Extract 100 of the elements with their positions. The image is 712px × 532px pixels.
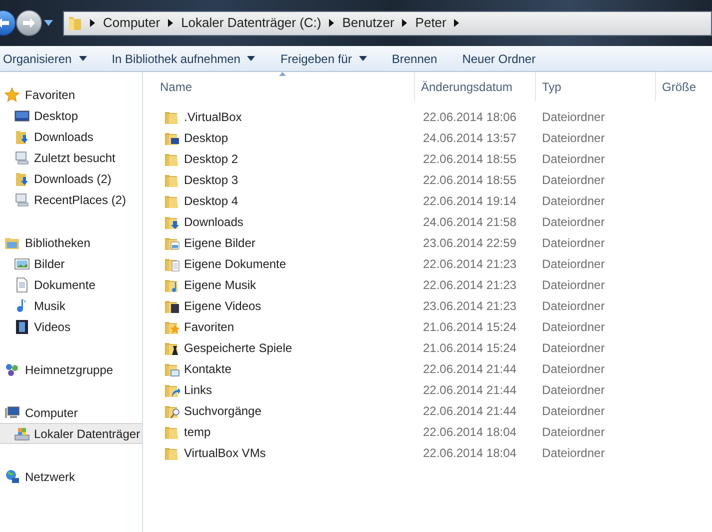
- chevron-right-icon[interactable]: [329, 19, 334, 27]
- computer-icon: [14, 192, 30, 208]
- drive-icon: [14, 426, 30, 442]
- breadcrumb-item[interactable]: Peter: [415, 13, 446, 33]
- type-cell-text: Dateiordner: [541, 192, 606, 210]
- file-name-cell[interactable]: Desktop: [143, 128, 415, 146]
- file-name-cell[interactable]: Desktop 2: [143, 150, 415, 168]
- file-name-cell[interactable]: temp: [143, 422, 415, 440]
- sidebar-item[interactable]: Desktop: [0, 105, 142, 126]
- date-cell-text: 22.06.2014 18:55: [422, 150, 518, 168]
- breadcrumb-item[interactable]: Benutzer: [342, 13, 394, 33]
- sidebar-item[interactable]: Videos: [0, 316, 142, 337]
- column-header[interactable]: Änderungsdatum: [415, 72, 536, 101]
- chevron-right-icon[interactable]: [402, 19, 408, 27]
- chevron-right-icon[interactable]: [454, 19, 460, 27]
- file-name-cell[interactable]: .VirtualBox: [143, 108, 415, 126]
- type-cell-text: Dateiordner: [541, 318, 606, 336]
- file-name-cell[interactable]: Links: [143, 380, 415, 398]
- file-name-cell[interactable]: Eigene Dokumente: [143, 254, 415, 272]
- file-name-cell[interactable]: Kontakte: [143, 360, 415, 378]
- toolbar-button[interactable]: Organisieren: [2, 48, 88, 70]
- folder-arrow-icon: [14, 128, 30, 144]
- sidebar-item[interactable]: Bilder: [0, 253, 142, 274]
- sidebar-item[interactable]: Downloads (2): [0, 168, 142, 189]
- sidebar-item[interactable]: Dokumente: [0, 274, 142, 295]
- date-cell-text: 22.06.2014 18:55: [422, 172, 518, 188]
- sidebar-item[interactable]: Netzwerk: [0, 466, 142, 487]
- date-cell-text: 22.06.2014 18:04: [422, 424, 518, 440]
- type-cell-text: Dateiordner: [541, 150, 606, 168]
- type-cell-text: Dateiordner: [541, 172, 606, 188]
- sidebar-item[interactable]: RecentPlaces (2): [0, 189, 142, 210]
- folder-arrow-icon: [14, 170, 30, 186]
- type-cell-text: Dateiordner: [541, 276, 606, 294]
- type-cell-text: Dateiordner: [541, 130, 606, 146]
- sidebar-item[interactable]: Musik: [0, 295, 142, 316]
- file-name-cell[interactable]: Eigene Musik: [143, 276, 415, 294]
- type-cell-text: Dateiordner: [541, 234, 606, 252]
- date-cell-text: 22.06.2014 21:44: [422, 382, 518, 398]
- chevron-right-icon[interactable]: [168, 19, 174, 27]
- file-name-cell[interactable]: Desktop 3: [143, 170, 415, 188]
- picture-icon: [14, 256, 30, 272]
- caret-icon: [247, 56, 256, 61]
- type-cell-text: Dateiordner: [541, 298, 606, 314]
- sidebar-item[interactable]: Zuletzt besucht: [0, 147, 142, 168]
- date-cell-text: 23.06.2014 21:23: [422, 298, 518, 314]
- file-name-cell[interactable]: Eigene Videos: [143, 296, 415, 314]
- sidebar-item[interactable]: Favoriten: [0, 84, 142, 105]
- toolbar-button[interactable]: In Bibliothek aufnehmen: [110, 48, 256, 70]
- file-name-cell[interactable]: Desktop 4: [143, 192, 415, 210]
- file-name-cell[interactable]: Favoriten: [143, 318, 415, 336]
- type-cell-text: Dateiordner: [541, 360, 606, 378]
- breadcrumb-item[interactable]: Computer: [103, 13, 160, 33]
- date-cell-text: 22.06.2014 21:44: [422, 360, 518, 378]
- sidebar-item[interactable]: Lokaler Datenträger: [0, 423, 142, 444]
- type-cell-text: Dateiordner: [541, 340, 606, 356]
- sidebar-item[interactable]: Bibliotheken: [0, 232, 142, 253]
- folder-icon: [68, 15, 82, 31]
- column-header[interactable]: Typ: [536, 72, 656, 101]
- date-cell-text: 22.06.2014 18:06: [422, 108, 518, 126]
- date-cell-text: 21.06.2014 15:24: [422, 340, 518, 356]
- toolbar-button[interactable]: Freigeben für: [279, 48, 368, 70]
- sidebar-item[interactable]: Downloads: [0, 126, 142, 147]
- date-cell-text: 22.06.2014 21:23: [422, 256, 518, 272]
- caret-icon: [358, 56, 367, 61]
- column-header[interactable]: Name: [143, 72, 415, 101]
- date-cell-text: 22.06.2014 21:44: [422, 402, 518, 420]
- sidebar-item[interactable]: Heimnetzgruppe: [0, 359, 142, 380]
- file-name-cell[interactable]: Eigene Bilder: [143, 234, 415, 252]
- caret-icon: [78, 56, 87, 61]
- globe-icon: [4, 468, 20, 484]
- file-name-cell[interactable]: Suchvorgänge: [143, 402, 415, 420]
- homegroup-icon: [4, 362, 20, 378]
- type-cell-text: Dateiordner: [541, 444, 606, 462]
- toolbar-button[interactable]: Neuer Ordner: [461, 48, 537, 70]
- column-header[interactable]: Größe: [656, 72, 712, 101]
- sort-arrow-icon: [278, 72, 286, 76]
- date-cell-text: 21.06.2014 15:24: [422, 318, 518, 336]
- chevron-right-icon[interactable]: [90, 19, 95, 27]
- star-icon: [4, 86, 20, 102]
- sidebar-item[interactable]: Computer: [0, 402, 142, 423]
- date-cell-text: 22.06.2014 21:23: [422, 276, 518, 294]
- date-cell-text: 24.06.2014 21:58: [422, 214, 518, 230]
- date-cell-text: 23.06.2014 22:59: [422, 234, 518, 252]
- date-cell-text: 22.06.2014 18:04: [422, 444, 518, 462]
- file-name-cell[interactable]: Downloads: [143, 212, 415, 230]
- type-cell-text: Dateiordner: [541, 256, 606, 272]
- document-icon: [14, 276, 30, 292]
- toolbar-button[interactable]: Brennen: [390, 48, 438, 70]
- type-cell-text: Dateiordner: [541, 108, 606, 126]
- file-name-cell[interactable]: Gespeicherte Spiele: [143, 338, 415, 356]
- breadcrumb-item[interactable]: Lokaler Datenträger (C:): [181, 13, 322, 33]
- dropdown-arrow-icon[interactable]: [44, 20, 53, 26]
- type-cell-text: Dateiordner: [541, 424, 606, 440]
- monitor-icon: [14, 108, 30, 124]
- film-icon: [14, 318, 30, 334]
- date-cell-text: 24.06.2014 13:57: [422, 130, 518, 146]
- file-name-cell[interactable]: VirtualBox VMs: [143, 444, 415, 462]
- date-cell-text: 22.06.2014 19:14: [422, 192, 518, 210]
- computer-icon: [14, 150, 30, 166]
- address-bar[interactable]: Computer Lokaler Datenträger (C:) Benutzer Peter: [63, 10, 712, 36]
